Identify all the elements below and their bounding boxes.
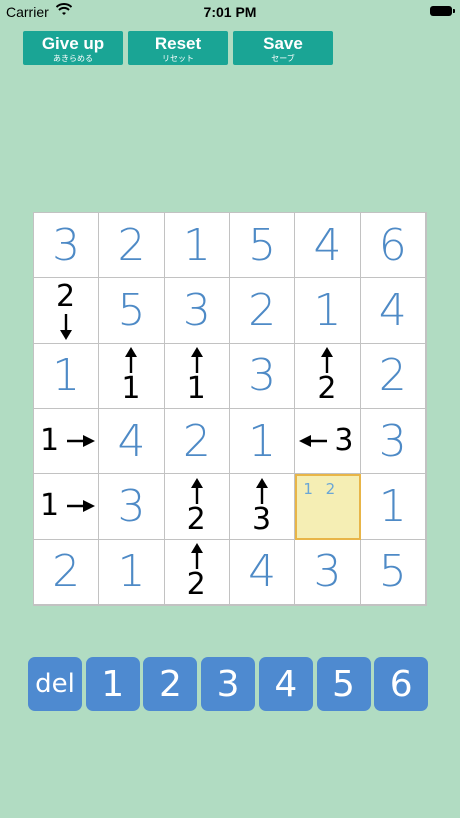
grid-cell[interactable]: 1 bbox=[34, 343, 100, 409]
grid-cell[interactable]: 4 bbox=[99, 408, 165, 475]
cell-value: 3 bbox=[378, 415, 407, 467]
cell-value: 1 bbox=[52, 350, 81, 402]
cell-value: 6 bbox=[378, 219, 407, 271]
clue-number: 1 bbox=[40, 422, 60, 458]
grid-cell[interactable]: 6 bbox=[360, 213, 426, 279]
grid-cell[interactable]: 2 bbox=[229, 278, 296, 344]
clue-cell[interactable]: 2 bbox=[164, 474, 230, 540]
cell-value: 4 bbox=[313, 219, 342, 271]
cell-value: 5 bbox=[378, 546, 407, 598]
cell-value: 1 bbox=[182, 219, 211, 271]
cell-value: 3 bbox=[52, 219, 81, 271]
status-time: 7:01 PM bbox=[203, 4, 257, 20]
clue-number: 1 bbox=[186, 371, 206, 407]
memo-cell[interactable]: 1 2 bbox=[295, 474, 361, 540]
delete-button[interactable]: del bbox=[28, 657, 82, 711]
clue-number: 2 bbox=[186, 567, 206, 603]
save-button[interactable]: Save セーブ bbox=[233, 31, 333, 65]
grid-cell[interactable]: 1 bbox=[164, 213, 230, 279]
grid-cell[interactable]: 3 bbox=[34, 213, 100, 279]
clue-cell[interactable]: 3 bbox=[229, 474, 296, 540]
give-up-button[interactable]: Give up あきらめる bbox=[23, 31, 123, 65]
cell-value: 1 bbox=[117, 546, 146, 598]
clue-cell[interactable]: 1 bbox=[34, 474, 100, 540]
cell-value: 1 bbox=[313, 284, 342, 336]
number-button-5[interactable]: 5 bbox=[316, 657, 371, 711]
clue-cell[interactable]: 1 bbox=[34, 408, 100, 475]
grid-cell[interactable]: 5 bbox=[99, 278, 165, 344]
cell-value: 3 bbox=[248, 350, 277, 402]
clue-number: 3 bbox=[251, 501, 272, 537]
cell-value: 2 bbox=[378, 350, 407, 402]
cell-value: 2 bbox=[182, 415, 211, 467]
grid-cell[interactable]: 1 bbox=[229, 408, 296, 475]
clue-cell[interactable]: 2 bbox=[295, 343, 361, 409]
grid-cell[interactable]: 1 bbox=[295, 278, 361, 344]
battery-icon bbox=[430, 6, 455, 16]
number-button-2[interactable]: 2 bbox=[143, 657, 198, 711]
cell-value: 4 bbox=[117, 415, 146, 467]
cell-value: 3 bbox=[117, 480, 146, 532]
grid-cell[interactable]: 4 bbox=[295, 213, 361, 279]
grid-cell[interactable]: 1 bbox=[360, 474, 426, 540]
cell-value: 4 bbox=[248, 546, 277, 598]
clue-number: 3 bbox=[334, 422, 354, 458]
grid-cell[interactable]: 3 bbox=[360, 408, 426, 475]
cell-value: 5 bbox=[248, 219, 277, 271]
save-label: Save bbox=[263, 34, 303, 53]
reset-label: Reset bbox=[154, 34, 202, 53]
clue-number: 1 bbox=[40, 487, 60, 523]
cell-value: 2 bbox=[52, 546, 81, 598]
grid-cell[interactable]: 3 bbox=[99, 474, 165, 540]
clue-cell[interactable]: 3 bbox=[295, 408, 361, 475]
grid-cell[interactable]: 2 bbox=[164, 408, 230, 475]
cell-value: 1 bbox=[378, 480, 407, 532]
cell-value: 2 bbox=[248, 284, 277, 336]
cell-value: 3 bbox=[313, 546, 342, 598]
clue-number: 2 bbox=[317, 371, 337, 407]
grid-cell[interactable]: 5 bbox=[229, 213, 296, 279]
grid-cell[interactable]: 2 bbox=[99, 213, 165, 279]
cell-value: 2 bbox=[117, 219, 146, 271]
grid-cell[interactable]: 3 bbox=[164, 278, 230, 344]
cell-value: 1 bbox=[248, 415, 277, 467]
status-bar: Carrier 7:01 PM bbox=[0, 0, 460, 24]
grid-cell[interactable]: 3 bbox=[229, 343, 296, 409]
grid-cell[interactable]: 1 bbox=[99, 539, 165, 605]
number-button-3[interactable]: 3 bbox=[201, 657, 256, 711]
number-button-1[interactable]: 1 bbox=[85, 657, 140, 711]
cell-value: 4 bbox=[378, 284, 407, 336]
number-button-6[interactable]: 6 bbox=[374, 657, 429, 711]
clue-cell[interactable]: 1 bbox=[99, 343, 165, 409]
save-sublabel: セーブ bbox=[271, 54, 295, 63]
grid-cell[interactable]: 2 bbox=[34, 539, 100, 605]
clue-cell[interactable]: 2 bbox=[164, 539, 230, 605]
grid-cell[interactable]: 4 bbox=[360, 278, 426, 344]
clue-cell[interactable]: 1 bbox=[164, 343, 230, 409]
clue-number: 2 bbox=[56, 279, 76, 314]
clue-number: 1 bbox=[121, 371, 141, 407]
cell-value: 5 bbox=[117, 284, 146, 336]
grid-cell[interactable]: 4 bbox=[229, 539, 296, 605]
clue-number: 2 bbox=[186, 501, 206, 537]
give-up-label: Give up bbox=[41, 34, 105, 53]
grid-cell[interactable]: 3 bbox=[295, 539, 361, 605]
grid-cell[interactable]: 5 bbox=[360, 539, 426, 605]
cell-value: 3 bbox=[182, 284, 211, 336]
reset-sublabel: リセット bbox=[162, 54, 194, 63]
reset-button[interactable]: Reset リセット bbox=[128, 31, 228, 65]
puzzle-board: 32154625321411132214213313231 21212435 bbox=[33, 212, 427, 606]
memo-notes: 1 2 bbox=[303, 480, 340, 499]
clue-cell[interactable]: 2 bbox=[34, 278, 100, 344]
grid-cell[interactable]: 2 bbox=[360, 343, 426, 409]
give-up-sublabel: あきらめる bbox=[53, 54, 93, 63]
number-button-4[interactable]: 4 bbox=[258, 657, 313, 711]
